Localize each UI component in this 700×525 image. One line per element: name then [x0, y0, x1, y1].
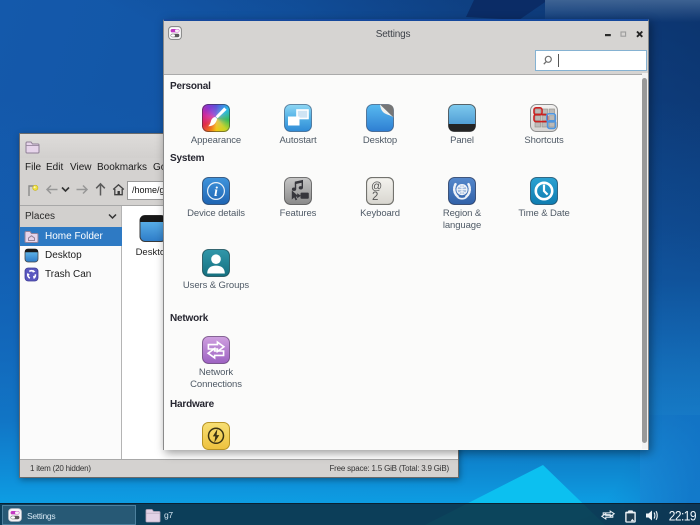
svg-text:i: i [214, 185, 218, 200]
svg-text:2: 2 [372, 191, 378, 203]
